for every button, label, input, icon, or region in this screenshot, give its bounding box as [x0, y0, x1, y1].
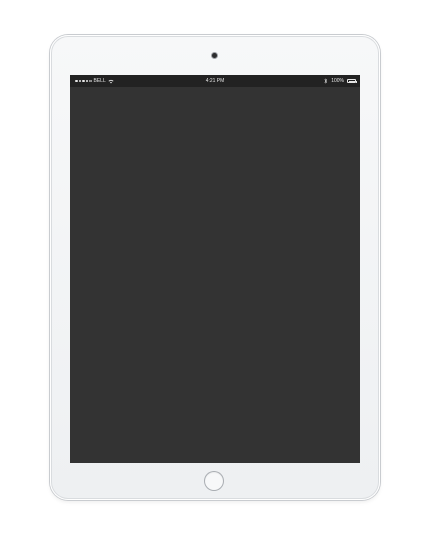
bluetooth-icon: [324, 78, 328, 84]
ipad-device-frame: BELL 4:21 PM 100%: [50, 35, 380, 500]
mockup-stage: BELL 4:21 PM 100%: [0, 0, 430, 540]
battery-icon: [347, 79, 357, 83]
status-bar-right: 100%: [324, 75, 357, 87]
battery-percent: 100%: [331, 78, 344, 84]
home-button[interactable]: [205, 472, 223, 490]
device-screen[interactable]: BELL 4:21 PM 100%: [70, 75, 360, 463]
status-bar-time: 4:21 PM: [205, 78, 225, 84]
front-camera-icon: [212, 53, 217, 58]
status-bar: BELL 4:21 PM 100%: [70, 75, 360, 87]
